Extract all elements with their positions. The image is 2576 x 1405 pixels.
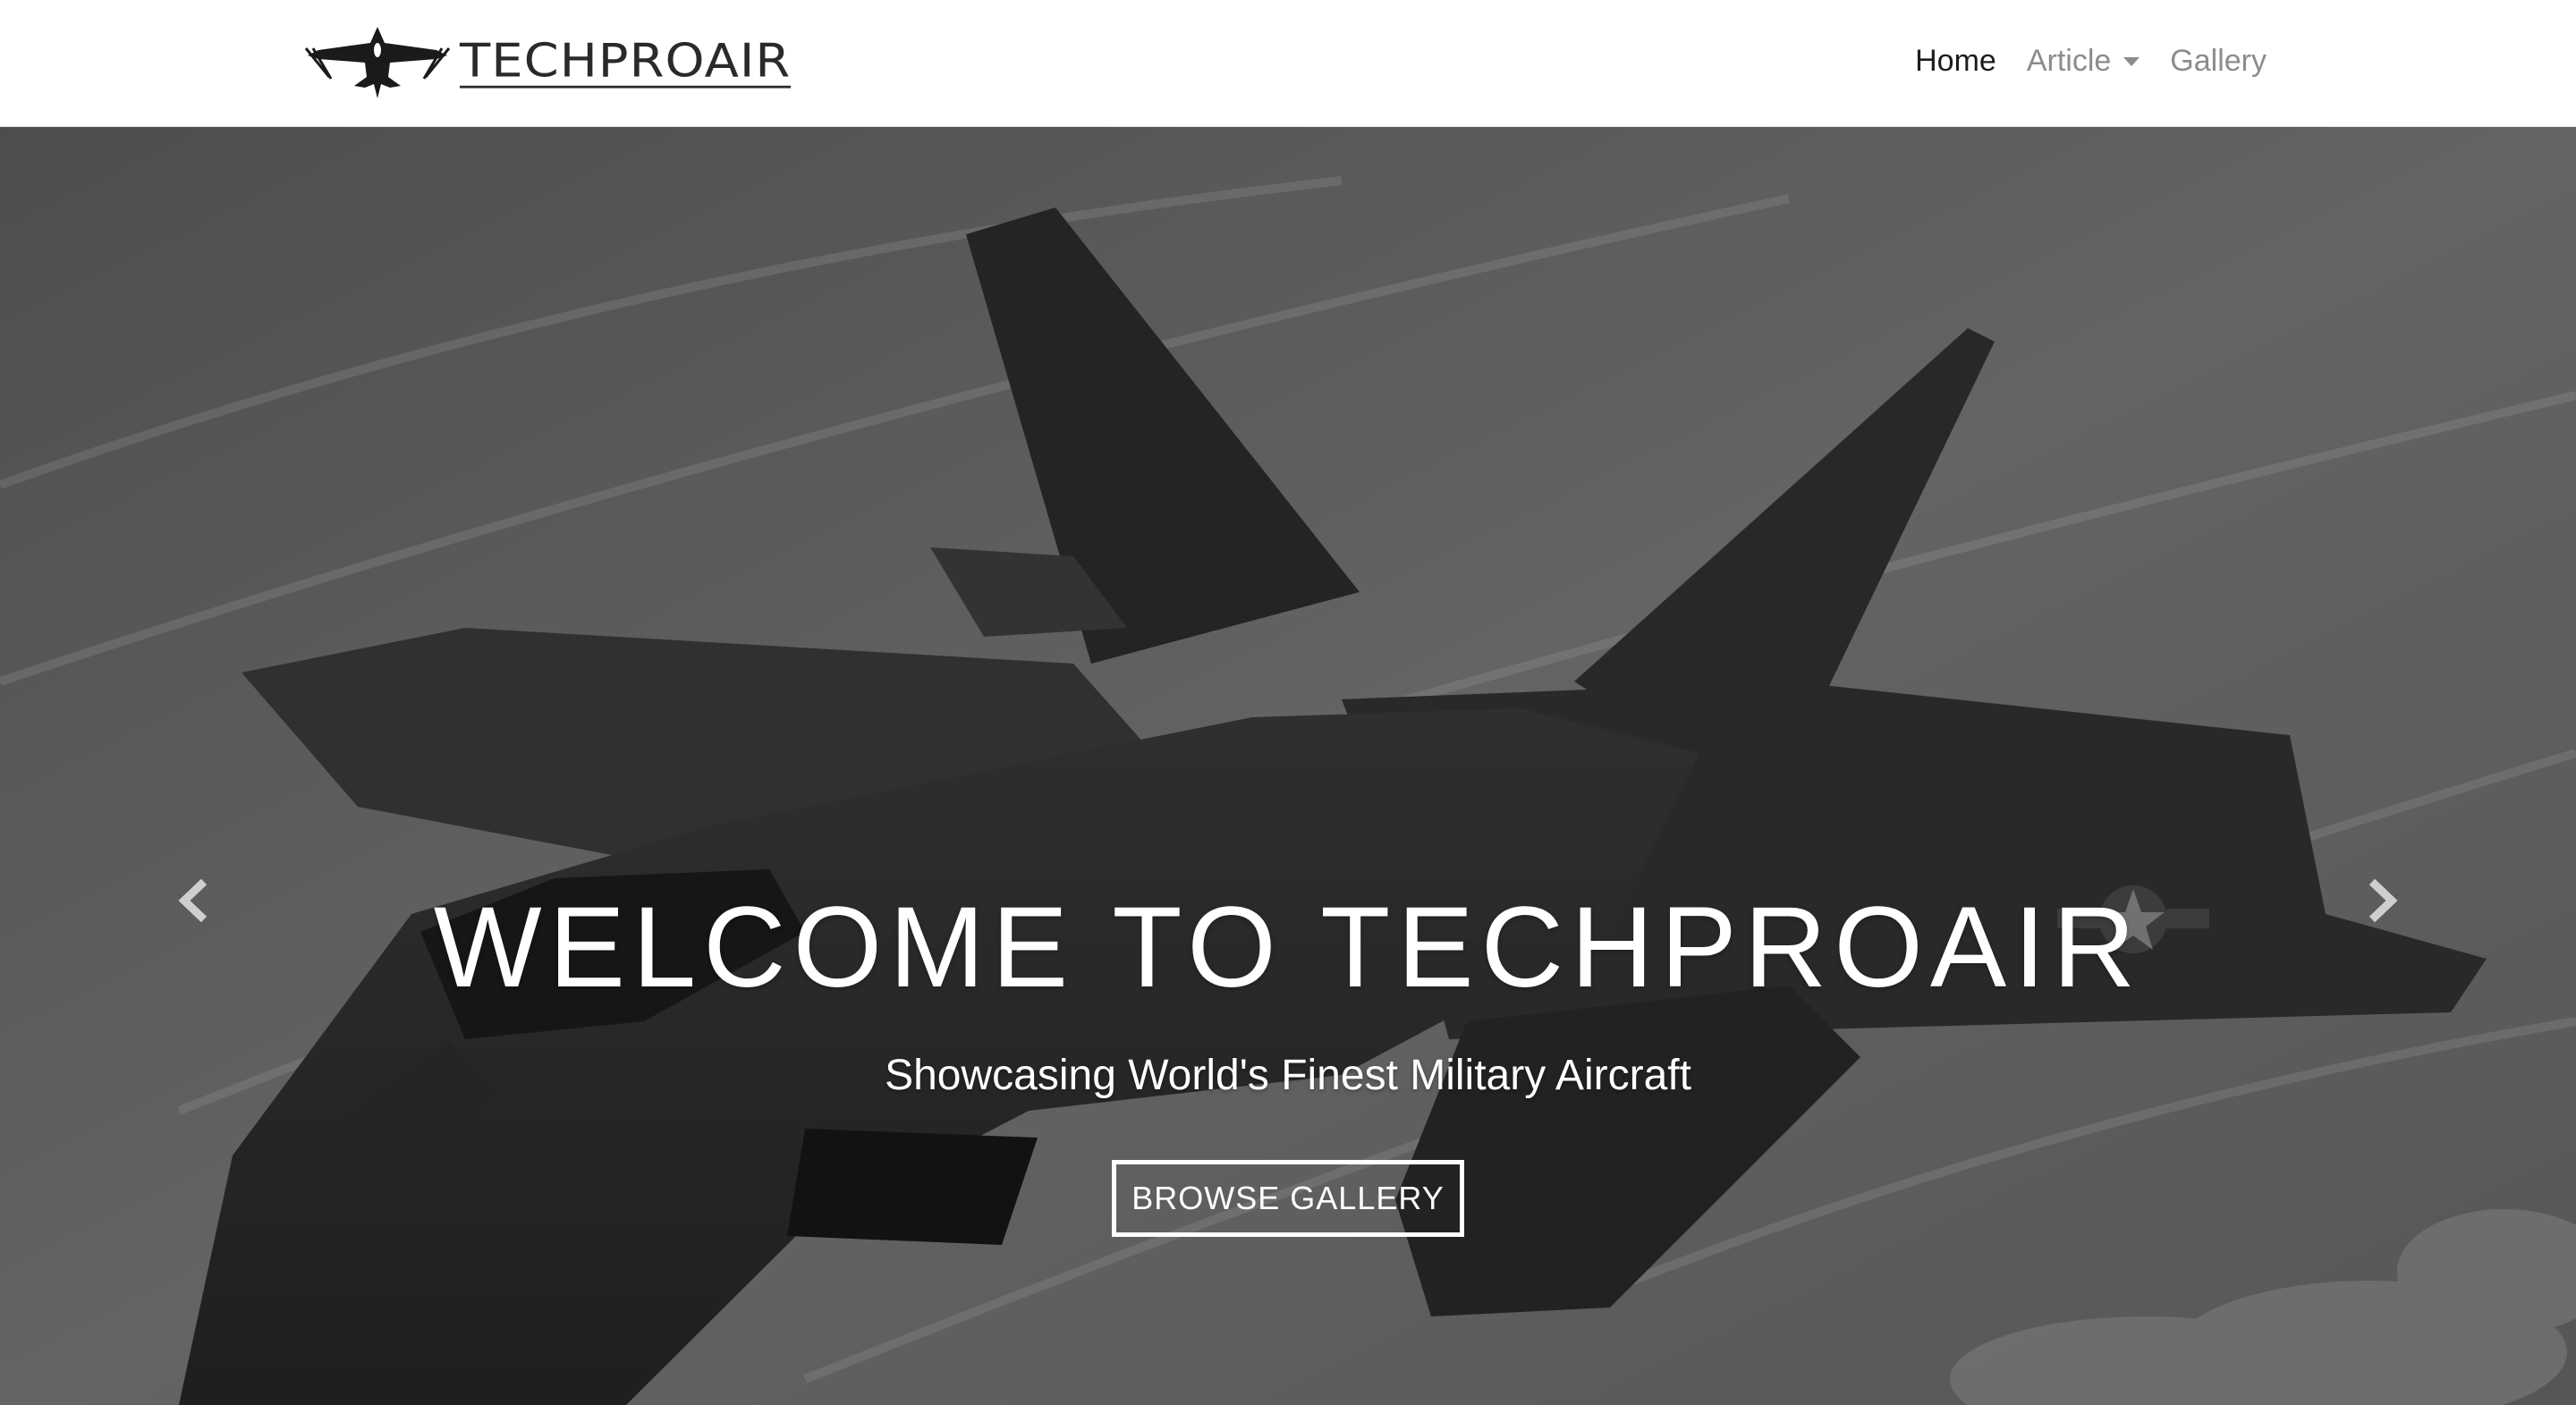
nav-item-article-dropdown[interactable]: Article [2027, 44, 2140, 79]
brand-link[interactable]: TECHPROAIR [302, 21, 839, 104]
main-nav: Home Article Gallery [1915, 36, 2267, 86]
nav-item-home[interactable]: Home [1915, 44, 1996, 79]
brand-name: TECHPROAIR [460, 34, 792, 89]
fighter-jet-logo-icon [304, 27, 451, 98]
caret-down-icon [2123, 57, 2140, 66]
nav-item-gallery[interactable]: Gallery [2170, 44, 2267, 79]
navbar: TECHPROAIR Home Article Gallery [0, 0, 2576, 127]
hero-subtitle: Showcasing World's Finest Military Aircr… [885, 1052, 1691, 1099]
hero-title: WELCOME TO TECHPROAIR [433, 884, 2143, 1011]
browse-gallery-button[interactable]: BROWSE GALLERY [1112, 1160, 1464, 1237]
nav-item-label: Home [1915, 43, 1996, 78]
hero-carousel: WELCOME TO TECHPROAIR Showcasing World's… [0, 127, 2576, 1405]
nav-item-label: Gallery [2170, 43, 2267, 78]
nav-item-label: Article [2026, 43, 2112, 78]
